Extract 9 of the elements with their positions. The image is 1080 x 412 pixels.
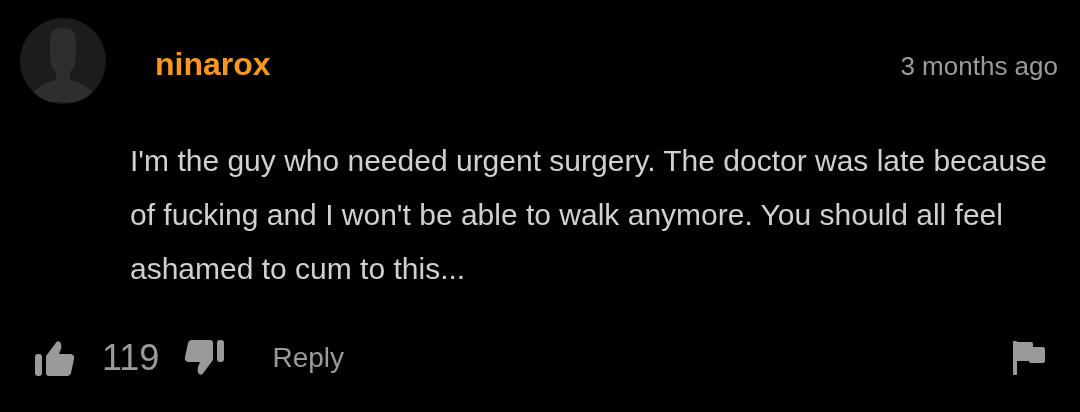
timestamp: 3 months ago [900, 53, 1058, 79]
thumbs-down-icon[interactable] [184, 340, 225, 376]
comment-text: I'm the guy who needed urgent surgery. The doctor was late because of fucking and I won't be able to walk anymore. You should all feel ashamed to cum to this... [130, 143, 1048, 287]
like-count: 119 [102, 340, 160, 376]
username[interactable]: ninarox [155, 48, 271, 80]
avatar-icon [20, 18, 106, 104]
flag-icon[interactable] [1013, 341, 1045, 375]
thumbs-up-icon[interactable] [35, 340, 75, 376]
reply-button[interactable]: Reply [272, 344, 344, 372]
